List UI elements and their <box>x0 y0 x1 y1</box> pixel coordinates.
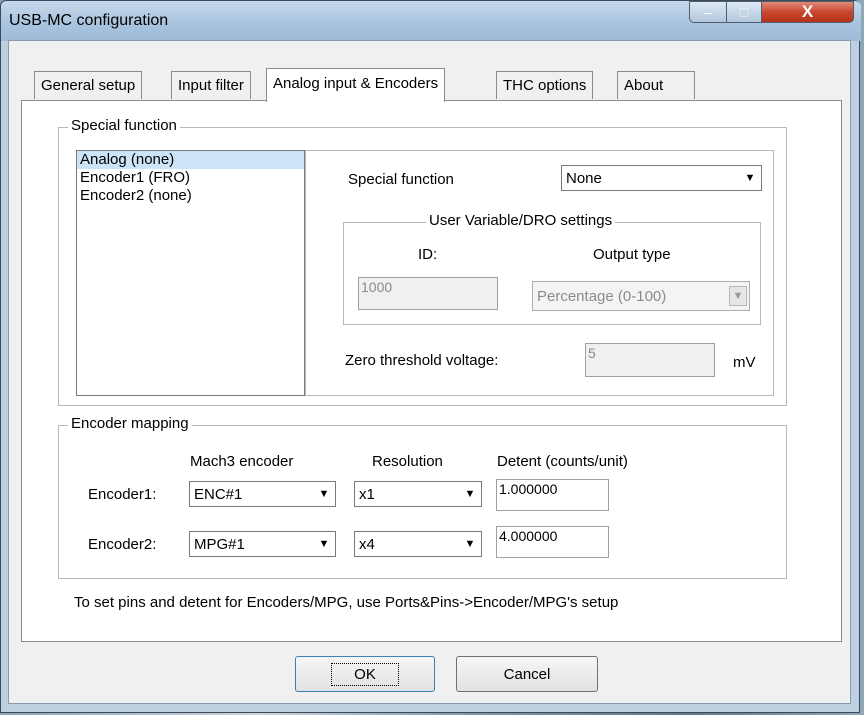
output-type-select[interactable]: Percentage (0-100) ▼ <box>532 281 750 311</box>
chevron-down-icon[interactable]: ▼ <box>461 484 479 504</box>
special-function-list[interactable]: Analog (none) Encoder1 (FRO) Encoder2 (n… <box>76 150 305 396</box>
resolution-header: Resolution <box>372 453 443 470</box>
chevron-down-icon[interactable]: ▼ <box>729 286 747 306</box>
user-variable-group-title: User Variable/DRO settings <box>426 212 616 229</box>
encoder2-detent-value: 4.000000 <box>499 528 558 544</box>
encoder2-detent-field[interactable]: 4.000000 <box>496 526 609 558</box>
id-label: ID: <box>418 246 438 263</box>
tab-general-setup[interactable]: General setup <box>34 71 143 99</box>
encoder1-mach3-value: ENC#1 <box>194 486 243 503</box>
special-function-group-title: Special function <box>68 117 180 134</box>
encoder1-detent-value: 1.000000 <box>499 481 558 497</box>
zero-threshold-value: 5 <box>588 345 596 361</box>
special-function-select[interactable]: None ▼ <box>561 165 762 191</box>
encoder1-detent-field[interactable]: 1.000000 <box>496 479 609 511</box>
encoder2-label: Encoder2: <box>88 536 157 553</box>
cancel-button[interactable]: Cancel <box>456 656 598 692</box>
close-button[interactable]: X <box>761 1 854 23</box>
tab-about[interactable]: About <box>617 71 695 99</box>
ok-button[interactable]: OK <box>295 656 435 692</box>
output-type-label: Output type <box>593 246 671 263</box>
mach3-encoder-header: Mach3 encoder <box>190 453 294 470</box>
encoder1-resolution-select[interactable]: x1 ▼ <box>354 481 482 507</box>
maximize-button[interactable]: □ <box>726 1 762 23</box>
encoder1-mach3-select[interactable]: ENC#1 ▼ <box>189 481 336 507</box>
window-title: USB-MC configuration <box>9 12 169 29</box>
maximize-icon: □ <box>739 4 749 20</box>
minimize-icon: – <box>704 4 712 20</box>
list-item[interactable]: Encoder1 (FRO) <box>77 169 304 187</box>
zero-threshold-field[interactable]: 5 <box>585 343 715 377</box>
cancel-button-label: Cancel <box>503 665 551 683</box>
encoder2-resolution-value: x4 <box>359 536 375 553</box>
title-bar[interactable]: USB-MC configuration – □ X <box>1 1 861 41</box>
encoder1-label: Encoder1: <box>88 486 157 503</box>
id-field[interactable]: 1000 <box>358 277 498 310</box>
tab-input-filter[interactable]: Input filter <box>171 71 251 99</box>
close-icon: X <box>801 2 814 21</box>
special-function-label: Special function <box>348 171 454 188</box>
tab-thc-options[interactable]: THC options <box>496 71 594 99</box>
output-type-value: Percentage (0-100) <box>537 288 667 305</box>
encoder2-mach3-select[interactable]: MPG#1 ▼ <box>189 531 336 557</box>
encoder-setup-note: To set pins and detent for Encoders/MPG,… <box>74 594 619 611</box>
zero-threshold-label: Zero threshold voltage: <box>345 352 499 369</box>
encoder1-resolution-value: x1 <box>359 486 375 503</box>
tab-analog-input-encoders[interactable]: Analog input & Encoders <box>266 68 446 102</box>
encoder-mapping-group-title: Encoder mapping <box>68 415 192 432</box>
chevron-down-icon[interactable]: ▼ <box>315 484 333 504</box>
minimize-button[interactable]: – <box>689 1 727 23</box>
ok-button-label: OK <box>331 662 399 686</box>
id-value: 1000 <box>361 279 393 295</box>
encoder2-mach3-value: MPG#1 <box>194 536 245 553</box>
special-function-value: None <box>566 170 602 187</box>
list-item[interactable]: Encoder2 (none) <box>77 187 304 205</box>
chevron-down-icon[interactable]: ▼ <box>461 534 479 554</box>
list-item[interactable]: Analog (none) <box>77 151 304 169</box>
zero-threshold-unit: mV <box>733 354 756 371</box>
chevron-down-icon[interactable]: ▼ <box>315 534 333 554</box>
encoder2-resolution-select[interactable]: x4 ▼ <box>354 531 482 557</box>
chevron-down-icon[interactable]: ▼ <box>741 168 759 188</box>
detent-header: Detent (counts/unit) <box>497 453 628 470</box>
